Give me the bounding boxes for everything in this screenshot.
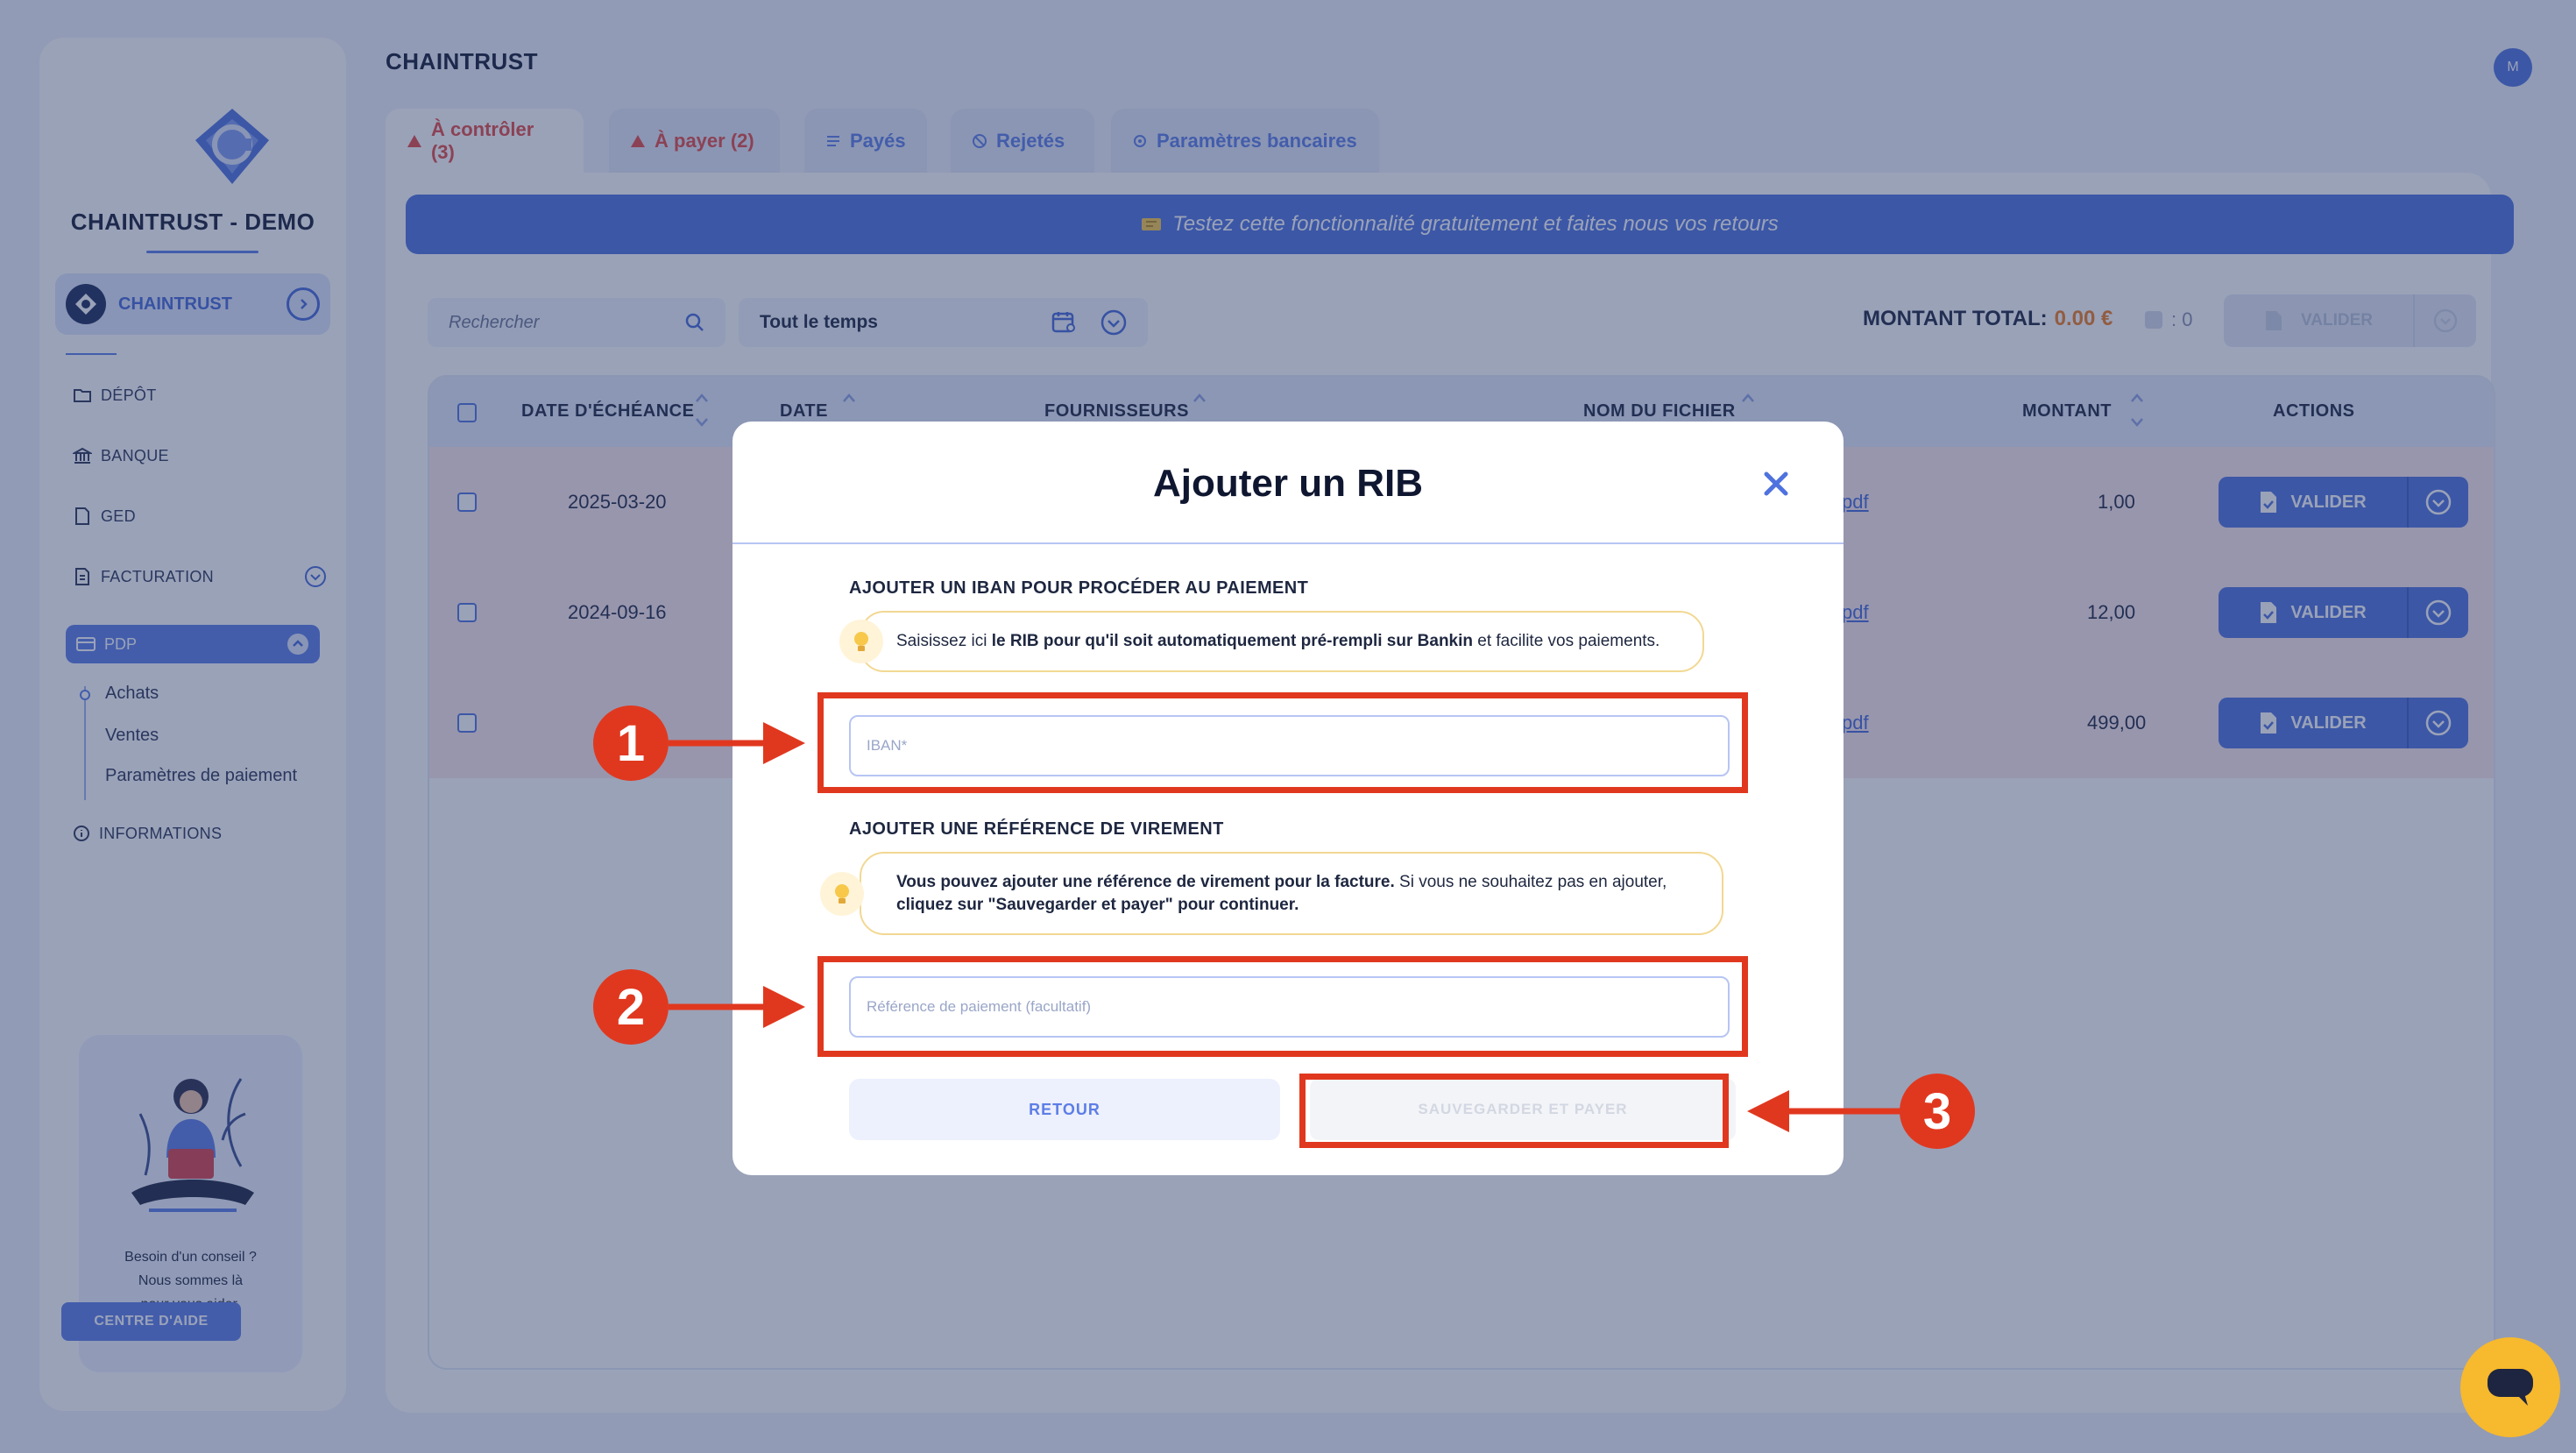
annotation-badge-1: 1 [593, 705, 669, 781]
iban-section-label: AJOUTER UN IBAN POUR PROCÉDER AU PAIEMEN… [849, 578, 1309, 598]
back-button[interactable]: RETOUR [849, 1079, 1280, 1140]
reference-section-label: AJOUTER UNE RÉFÉRENCE DE VIREMENT [849, 819, 1224, 839]
lightbulb-icon [820, 872, 864, 916]
close-icon[interactable] [1756, 464, 1796, 504]
iban-info-text: et facilite vos paiements. [1473, 632, 1660, 650]
reference-info-box: Vous pouvez ajouter une référence de vir… [860, 852, 1723, 935]
chat-widget[interactable] [2460, 1337, 2560, 1437]
arrow-right-icon [669, 722, 805, 764]
annotation-badge-3: 3 [1900, 1074, 1975, 1149]
arrow-right-icon [669, 986, 805, 1028]
annotation-badge-2: 2 [593, 969, 669, 1045]
modal-divider [732, 542, 1844, 544]
iban-info-bold: le RIB pour qu'il soit automatiquement p… [991, 632, 1473, 650]
lightbulb-icon [839, 620, 883, 663]
reference-info-text: Si vous ne souhaitez pas en ajouter, [1394, 872, 1667, 891]
iban-info-box: Saisissez ici le RIB pour qu'il soit aut… [860, 611, 1704, 672]
iban-info-text: Saisissez ici [896, 632, 992, 650]
add-rib-modal: Ajouter un RIB AJOUTER UN IBAN POUR PROC… [732, 422, 1844, 1175]
arrow-left-icon [1747, 1090, 1901, 1132]
reference-info-bold: cliquez sur "Sauvegarder et payer" pour … [896, 895, 1299, 914]
reference-info-bold: Vous pouvez ajouter une référence de vir… [896, 872, 1395, 891]
modal-title: Ajouter un RIB [1153, 462, 1423, 505]
annotation-box-iban [817, 692, 1748, 793]
annotation-box-reference [817, 956, 1748, 1057]
annotation-box-save [1299, 1074, 1729, 1148]
chat-icon [2488, 1369, 2533, 1406]
